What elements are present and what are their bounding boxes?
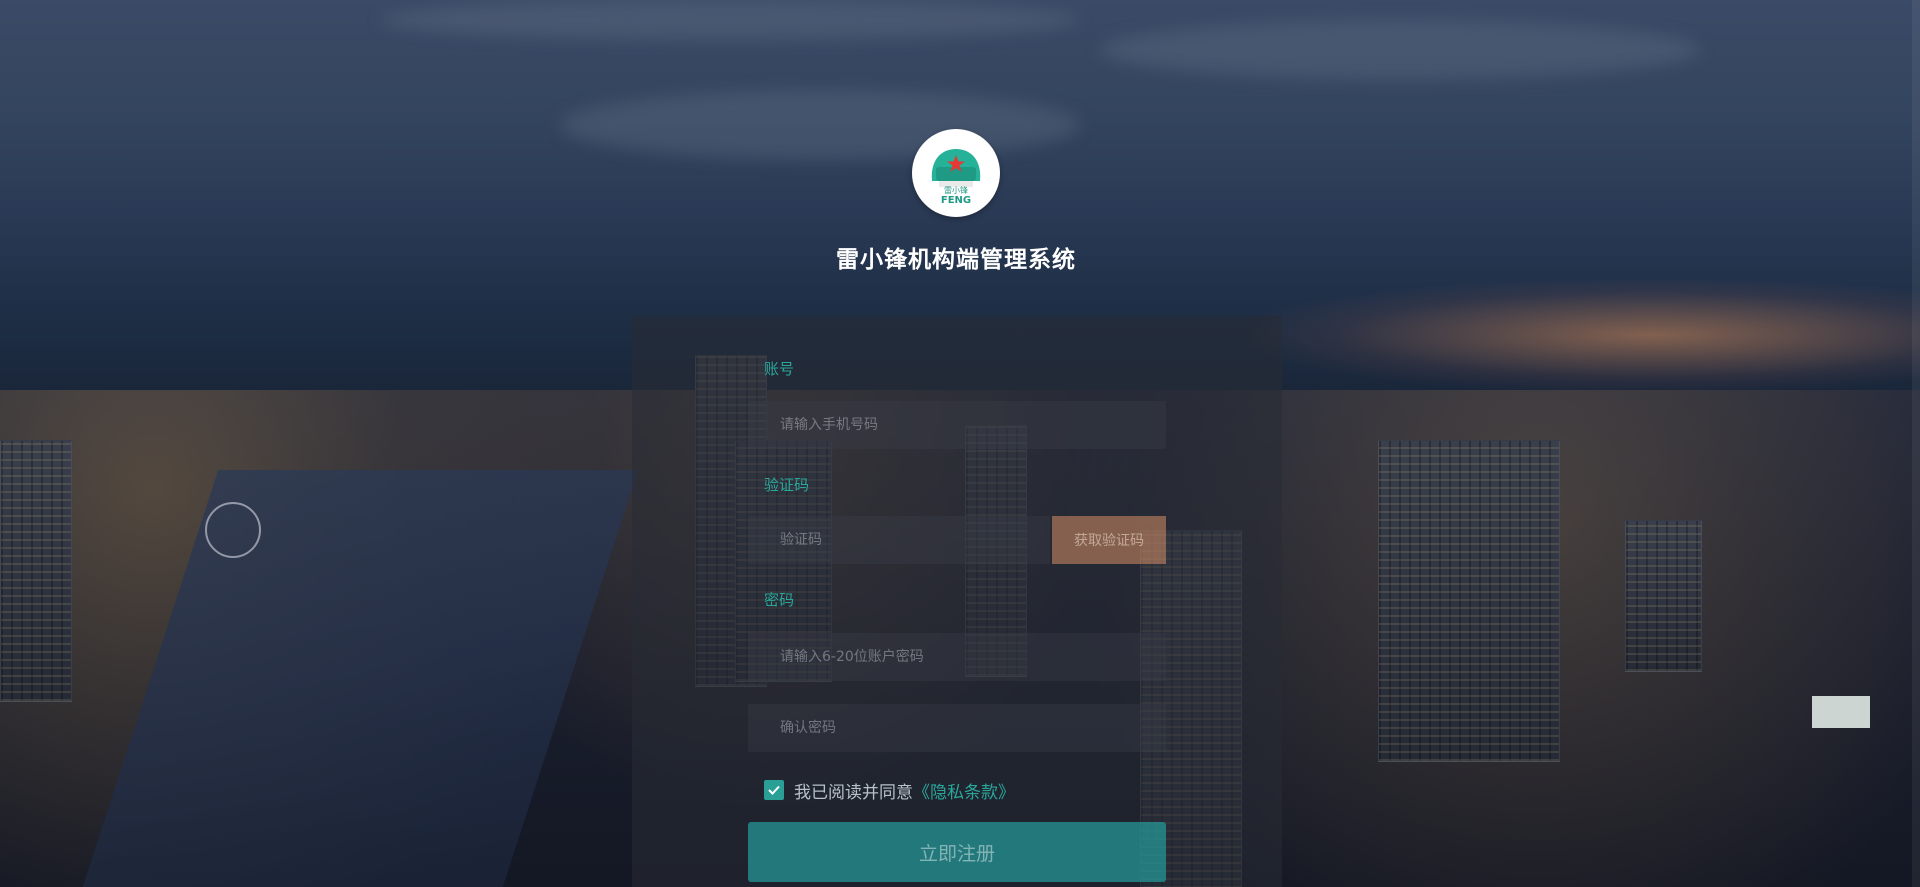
code-label: 验证码 <box>764 476 810 494</box>
get-code-button[interactable]: 获取验证码 <box>1052 516 1166 564</box>
register-button[interactable]: 立即注册 <box>748 822 1166 882</box>
billboard <box>1812 696 1870 728</box>
cloud <box>560 90 1080 160</box>
app-logo: 雷小锋 FENG <box>912 129 1000 217</box>
cloud <box>380 0 1080 40</box>
cloud <box>1100 20 1700 80</box>
page-scrollbar[interactable] <box>1912 0 1920 887</box>
building <box>1625 520 1702 672</box>
password-label: 密码 <box>764 591 795 609</box>
building <box>0 440 72 702</box>
logo-text-top: 雷小锋 <box>944 185 968 195</box>
check-icon <box>768 785 780 795</box>
confirm-password-input[interactable] <box>748 704 1166 752</box>
helmet-logo-icon: 雷小锋 FENG <box>931 149 981 206</box>
phone-input[interactable] <box>748 401 1166 449</box>
building <box>1378 440 1560 762</box>
ferris-wheel <box>205 502 261 558</box>
agreement-row: 我已阅读并同意 《隐私条款》 <box>764 778 1015 803</box>
page-title: 雷小锋机构端管理系统 <box>836 247 1076 273</box>
logo-text-bottom: FENG <box>941 195 971 206</box>
agree-checkbox[interactable] <box>764 780 784 800</box>
account-label: 账号 <box>764 360 795 378</box>
sunset-glow <box>1250 280 1920 390</box>
verification-code-input[interactable] <box>748 516 1050 564</box>
agree-text: 我已阅读并同意 <box>794 782 913 803</box>
password-input[interactable] <box>748 633 1166 681</box>
privacy-policy-link[interactable]: 《隐私条款》 <box>913 778 1015 803</box>
